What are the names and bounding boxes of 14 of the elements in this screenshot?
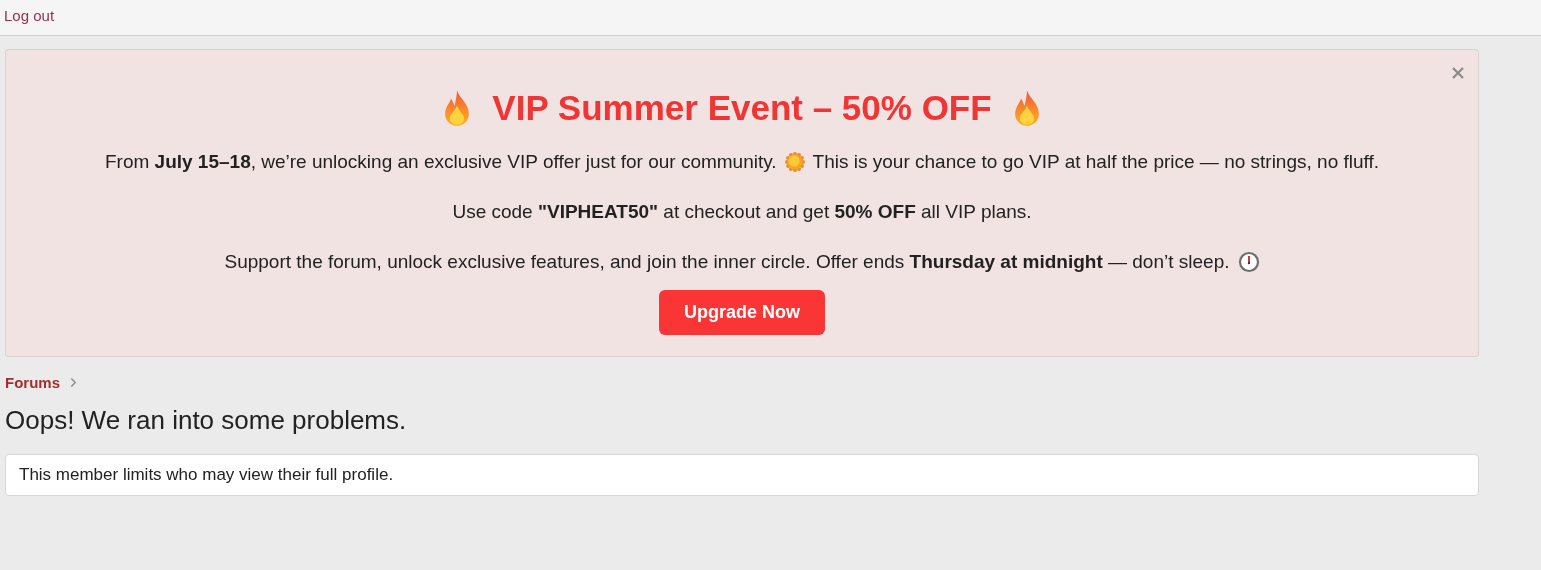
breadcrumb-link[interactable]: Forums: [5, 374, 60, 391]
sun-icon: [784, 152, 805, 172]
stopwatch-icon: [1237, 251, 1260, 273]
upgrade-button[interactable]: Upgrade Now: [659, 290, 825, 335]
logout-link[interactable]: Log out: [4, 7, 55, 24]
message-text: This member limits who may view their full profile.: [19, 465, 394, 484]
promo-text: From July 15–18, we’re unlocking an exclusive VIP offer just for our community.: [104, 150, 777, 174]
chevron-right-icon: [70, 377, 77, 388]
close-button[interactable]: [1451, 66, 1465, 80]
page-heading: Oops! We ran into some problems.: [5, 405, 408, 436]
promo-text: Use code "VIPHEAT50" at checkout and get 50% OFF all VIP plans.: [452, 200, 1032, 224]
promo-text: Support the forum, unlock exclusive features, and join the inner circle. Offer ends Thursday at midnight — don’t sleep.: [224, 250, 1230, 274]
banner-title: VIP Summer Event – 50% OFF: [492, 88, 992, 128]
promo-text: This is your chance to go VIP at half the price — no strings, no fluff.: [812, 150, 1380, 174]
